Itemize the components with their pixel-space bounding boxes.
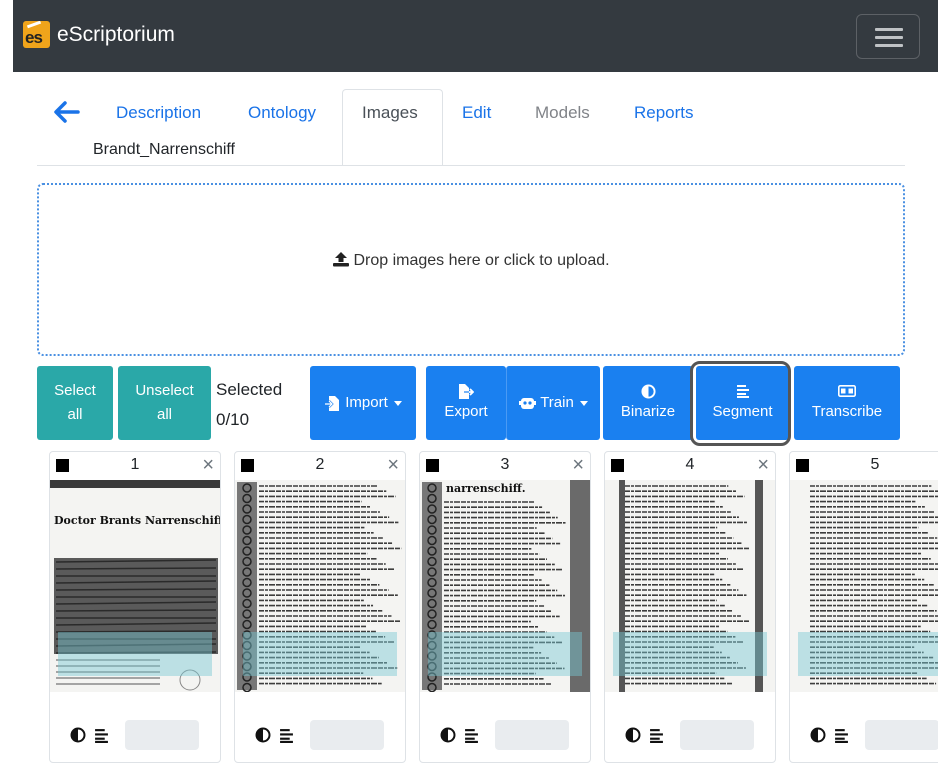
- card-toolbar: [70, 720, 199, 750]
- segment-highlight-outline: [690, 361, 791, 446]
- page-heading: Doctor Brants Narrenschiff: [54, 514, 220, 527]
- contrast-icon[interactable]: [255, 727, 271, 743]
- image-number: 4: [685, 456, 695, 473]
- contrast-icon[interactable]: [810, 727, 826, 743]
- file-import-icon: [325, 395, 340, 411]
- align-left-icon[interactable]: [279, 728, 294, 743]
- select-all-button[interactable]: Select all: [37, 366, 113, 440]
- export-button[interactable]: Export: [426, 366, 506, 440]
- contrast-icon[interactable]: [70, 727, 86, 743]
- selected-counter: Selected 0/10: [216, 380, 283, 429]
- tab-images[interactable]: Images: [362, 103, 418, 123]
- tab-ontology[interactable]: Ontology: [248, 103, 316, 123]
- contrast-icon[interactable]: [440, 727, 456, 743]
- card-toolbar: [440, 720, 569, 750]
- chevron-down-icon: [393, 400, 402, 406]
- hamburger-icon: [875, 28, 903, 31]
- card-toolbar: [625, 720, 754, 750]
- image-number: 3: [500, 456, 510, 473]
- align-left-icon[interactable]: [834, 728, 849, 743]
- dropzone-message: Drop images here or click to upload.: [353, 252, 610, 269]
- train-button[interactable]: Train: [506, 366, 600, 440]
- selection-band: [243, 632, 397, 676]
- contrast-icon[interactable]: [625, 727, 641, 743]
- delete-image-icon[interactable]: ×: [202, 454, 214, 477]
- image-thumbnail[interactable]: Doctor Brants Narrenschiff: [50, 480, 220, 692]
- robot-icon: [519, 397, 537, 409]
- page-heading: narrenschiff.: [446, 482, 526, 495]
- brand-name: eScriptorium: [57, 22, 175, 46]
- align-left-icon[interactable]: [649, 728, 664, 743]
- tab-images-box: [342, 89, 443, 166]
- selection-band: [613, 632, 767, 676]
- delete-image-icon[interactable]: ×: [387, 454, 399, 477]
- upload-dropzone[interactable]: Drop images here or click to upload.: [37, 183, 905, 356]
- image-card[interactable]: 4 ×: [604, 451, 776, 763]
- image-thumbnail[interactable]: [605, 480, 775, 692]
- image-thumbnail[interactable]: narrenschiff.: [420, 480, 590, 692]
- image-card[interactable]: 2 ×: [234, 451, 406, 763]
- back-arrow-icon[interactable]: [52, 99, 80, 125]
- delete-image-icon[interactable]: ×: [572, 454, 584, 477]
- image-number: 2: [315, 456, 325, 473]
- image-number: 5: [870, 456, 880, 473]
- tab-reports[interactable]: Reports: [634, 103, 694, 123]
- navbar: es eScriptorium: [13, 0, 938, 72]
- status-placeholder: [125, 720, 199, 750]
- selection-band: [798, 632, 938, 676]
- chevron-down-icon: [579, 400, 588, 406]
- tab-description[interactable]: Description: [116, 103, 201, 123]
- align-left-icon[interactable]: [94, 728, 109, 743]
- binarize-button[interactable]: Binarize: [603, 366, 693, 440]
- status-placeholder: [495, 720, 569, 750]
- unselect-all-button[interactable]: Unselect all: [118, 366, 211, 440]
- escriptorium-logo-icon: es: [23, 21, 50, 48]
- image-thumbnail[interactable]: [790, 480, 938, 692]
- image-card[interactable]: 5: [789, 451, 938, 763]
- contrast-icon: [640, 383, 656, 399]
- status-placeholder: [310, 720, 384, 750]
- navbar-toggler-button[interactable]: [856, 14, 920, 59]
- card-toolbar: [255, 720, 384, 750]
- status-placeholder: [865, 720, 938, 750]
- delete-image-icon[interactable]: ×: [757, 454, 769, 477]
- tabs-divider: [37, 165, 905, 166]
- file-export-icon: [459, 383, 474, 399]
- upload-icon: [333, 252, 350, 267]
- selection-band: [428, 632, 582, 676]
- image-card[interactable]: 3 × narrenschiff.: [419, 451, 591, 763]
- selection-band: [58, 632, 212, 676]
- image-card[interactable]: 1 × Doctor Brants Narrenschiff: [49, 451, 221, 763]
- tab-edit[interactable]: Edit: [462, 103, 491, 123]
- image-thumbnail[interactable]: [235, 480, 405, 692]
- transcribe-button[interactable]: Transcribe: [794, 366, 900, 440]
- import-button[interactable]: Import: [310, 366, 416, 440]
- image-number: 1: [130, 456, 140, 473]
- tab-models: Models: [535, 103, 590, 122]
- brand-link[interactable]: es eScriptorium: [23, 21, 175, 48]
- status-placeholder: [680, 720, 754, 750]
- card-toolbar: [810, 720, 938, 750]
- document-name: Brandt_Narrenschiff: [93, 141, 235, 158]
- transcribe-icon: [838, 385, 856, 397]
- align-left-icon[interactable]: [464, 728, 479, 743]
